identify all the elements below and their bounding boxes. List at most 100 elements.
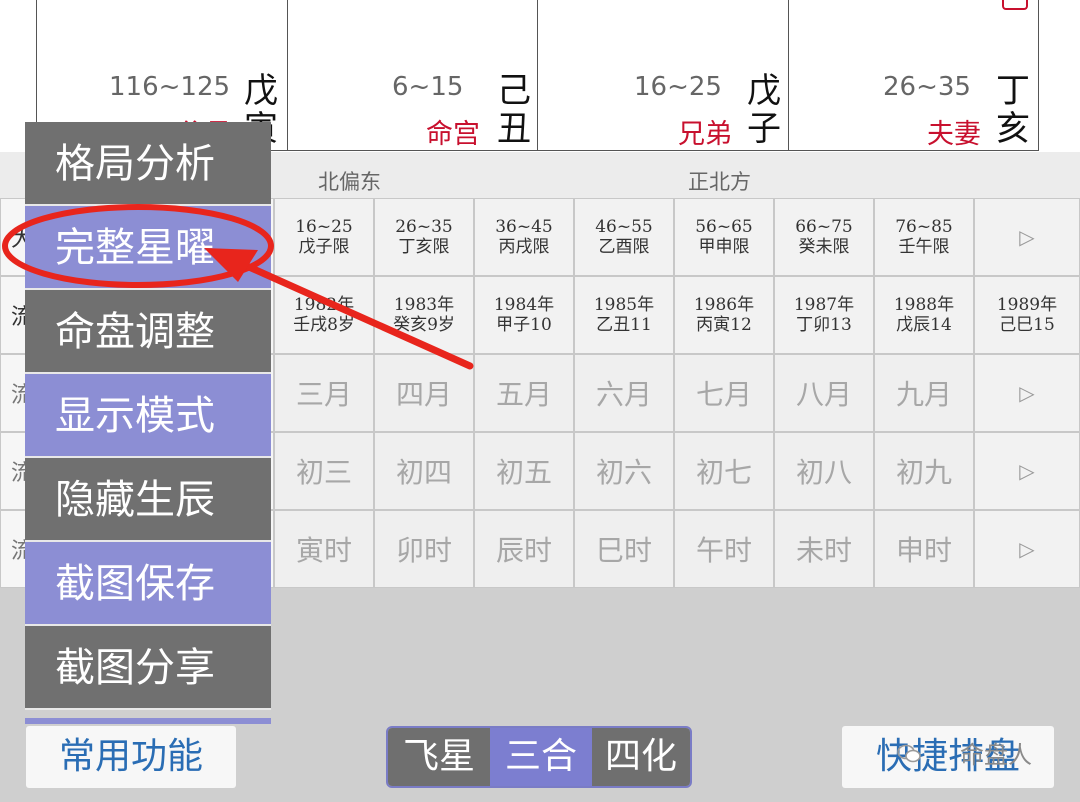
palace-name: 夫妻: [927, 119, 981, 150]
decade-range: 26~35: [395, 217, 453, 237]
year-cell[interactable]: 1988年 戊辰14: [874, 276, 974, 354]
menu-item-share-screenshot[interactable]: 截图分享: [25, 626, 271, 710]
month-cell[interactable]: 四月: [374, 354, 474, 432]
year-label: 1984年: [493, 295, 555, 315]
ganzhi-branch: 亥: [996, 109, 1030, 149]
day-cell[interactable]: 初八: [774, 432, 874, 510]
year-label: 1982年: [293, 295, 355, 315]
common-functions-menu: 格局分析 完整星曜 命盘调整 显示模式 隐藏生辰 截图保存 截图分享: [25, 122, 271, 722]
ganzhi-stem: 丁: [996, 71, 1030, 111]
year-ganzhi-age: 壬戌8岁: [293, 315, 355, 335]
day-cell[interactable]: 初六: [574, 432, 674, 510]
decade-cell[interactable]: 46~55 乙酉限: [574, 198, 674, 276]
decade-cell[interactable]: 26~35 丁亥限: [374, 198, 474, 276]
year-ganzhi-age: 癸亥9岁: [393, 315, 455, 335]
year-cell[interactable]: 1982年 壬戌8岁: [274, 276, 374, 354]
direction-label-left: 北偏东: [318, 170, 381, 194]
menu-item-full-stars[interactable]: 完整星曜: [25, 206, 271, 290]
decade-ganzhi: 壬午限: [898, 237, 950, 257]
decade-range: 16~25: [295, 217, 353, 237]
tab-sanhe[interactable]: 三合: [490, 728, 592, 786]
ganzhi-stem: 戊: [244, 71, 278, 111]
menu-item-save-screenshot[interactable]: 截图保存: [25, 542, 271, 626]
year-cell[interactable]: 1987年 丁卯13: [774, 276, 874, 354]
palace-ganzhi: 己 丑: [496, 72, 532, 148]
hour-cell[interactable]: 辰时: [474, 510, 574, 588]
month-cell[interactable]: 六月: [574, 354, 674, 432]
decade-cell[interactable]: 66~75 癸未限: [774, 198, 874, 276]
year-label: 1983年: [393, 295, 455, 315]
tab-feixing[interactable]: 飞星: [388, 728, 490, 786]
day-cell[interactable]: 初三: [274, 432, 374, 510]
palace-name: 兄弟: [678, 119, 732, 150]
decade-range: 36~45: [495, 217, 553, 237]
day-cell[interactable]: 初九: [874, 432, 974, 510]
hour-cell[interactable]: 巳时: [574, 510, 674, 588]
year-cell[interactable]: 1985年 乙丑11: [574, 276, 674, 354]
ganzhi-stem: 己: [497, 71, 531, 111]
decade-cell[interactable]: 36~45 丙戌限: [474, 198, 574, 276]
menu-item-hide-birth[interactable]: 隐藏生辰: [25, 458, 271, 542]
ganzhi-stem: 戊: [747, 71, 781, 111]
month-cell[interactable]: 九月: [874, 354, 974, 432]
menu-item-pattern-analysis[interactable]: 格局分析: [25, 122, 271, 206]
day-cell[interactable]: 初五: [474, 432, 574, 510]
year-ganzhi-age: 己巳15: [999, 315, 1055, 335]
hour-cell[interactable]: 未时: [774, 510, 874, 588]
menu-bottom-edge: [25, 718, 271, 724]
hour-cell[interactable]: 卯时: [374, 510, 474, 588]
tab-sihua[interactable]: 四化: [592, 728, 690, 786]
month-cell[interactable]: 三月: [274, 354, 374, 432]
decade-cell[interactable]: 76~85 壬午限: [874, 198, 974, 276]
day-next-arrow[interactable]: ▷: [974, 432, 1080, 510]
palace-cell-fuqi[interactable]: 26~35 夫妻 丁 亥: [789, 0, 1039, 151]
palace-range: 26~35: [883, 72, 971, 102]
decade-ganzhi: 戊子限: [298, 237, 350, 257]
hour-cell[interactable]: 申时: [874, 510, 974, 588]
day-cell[interactable]: 初四: [374, 432, 474, 510]
month-cell[interactable]: 五月: [474, 354, 574, 432]
hour-cell[interactable]: 午时: [674, 510, 774, 588]
decade-range: 76~85: [895, 217, 953, 237]
day-cell[interactable]: 初七: [674, 432, 774, 510]
palace-corner-marker: [1002, 0, 1028, 10]
year-label: 1989年: [996, 295, 1058, 315]
decade-range: 56~65: [695, 217, 753, 237]
decade-ganzhi: 乙酉限: [598, 237, 650, 257]
hour-next-arrow[interactable]: ▷: [974, 510, 1080, 588]
palace-range: 16~25: [634, 72, 722, 102]
decade-cell[interactable]: 56~65 甲申限: [674, 198, 774, 276]
year-cell[interactable]: 1989年 己巳15: [974, 276, 1080, 354]
wechat-watermark-icon: [897, 744, 921, 763]
watermark-text: 命盘人: [960, 741, 1032, 769]
menu-item-display-mode[interactable]: 显示模式: [25, 374, 271, 458]
ganzhi-branch: 丑: [497, 109, 531, 149]
decade-next-arrow[interactable]: ▷: [974, 198, 1080, 276]
ganzhi-branch: 子: [747, 109, 781, 149]
year-ganzhi-age: 丁卯13: [796, 315, 852, 335]
month-cell[interactable]: 七月: [674, 354, 774, 432]
palace-ganzhi: 戊 子: [746, 72, 782, 148]
year-ganzhi-age: 丙寅12: [696, 315, 752, 335]
month-next-arrow[interactable]: ▷: [974, 354, 1080, 432]
decade-cell[interactable]: 16~25 戊子限: [274, 198, 374, 276]
palace-cell-minggong[interactable]: 6~15 命宫 己 丑: [288, 0, 538, 151]
decade-range: 46~55: [595, 217, 653, 237]
chart-mode-segmented-control: 飞星 三合 四化: [386, 726, 692, 788]
palace-ganzhi: 丁 亥: [995, 72, 1031, 148]
decade-ganzhi: 甲申限: [698, 237, 750, 257]
year-ganzhi-age: 乙丑11: [596, 315, 652, 335]
month-cell[interactable]: 八月: [774, 354, 874, 432]
year-cell[interactable]: 1983年 癸亥9岁: [374, 276, 474, 354]
year-ganzhi-age: 甲子10: [496, 315, 552, 335]
year-cell[interactable]: 1984年 甲子10: [474, 276, 574, 354]
year-label: 1985年: [593, 295, 655, 315]
common-functions-button[interactable]: 常用功能: [26, 726, 236, 788]
menu-item-chart-adjust[interactable]: 命盘调整: [25, 290, 271, 374]
palace-cell-xiongdi[interactable]: 16~25 兄弟 戊 子: [538, 0, 789, 151]
year-label: 1986年: [693, 295, 755, 315]
year-cell[interactable]: 1986年 丙寅12: [674, 276, 774, 354]
hour-cell[interactable]: 寅时: [274, 510, 374, 588]
year-label: 1987年: [793, 295, 855, 315]
decade-ganzhi: 丁亥限: [398, 237, 450, 257]
